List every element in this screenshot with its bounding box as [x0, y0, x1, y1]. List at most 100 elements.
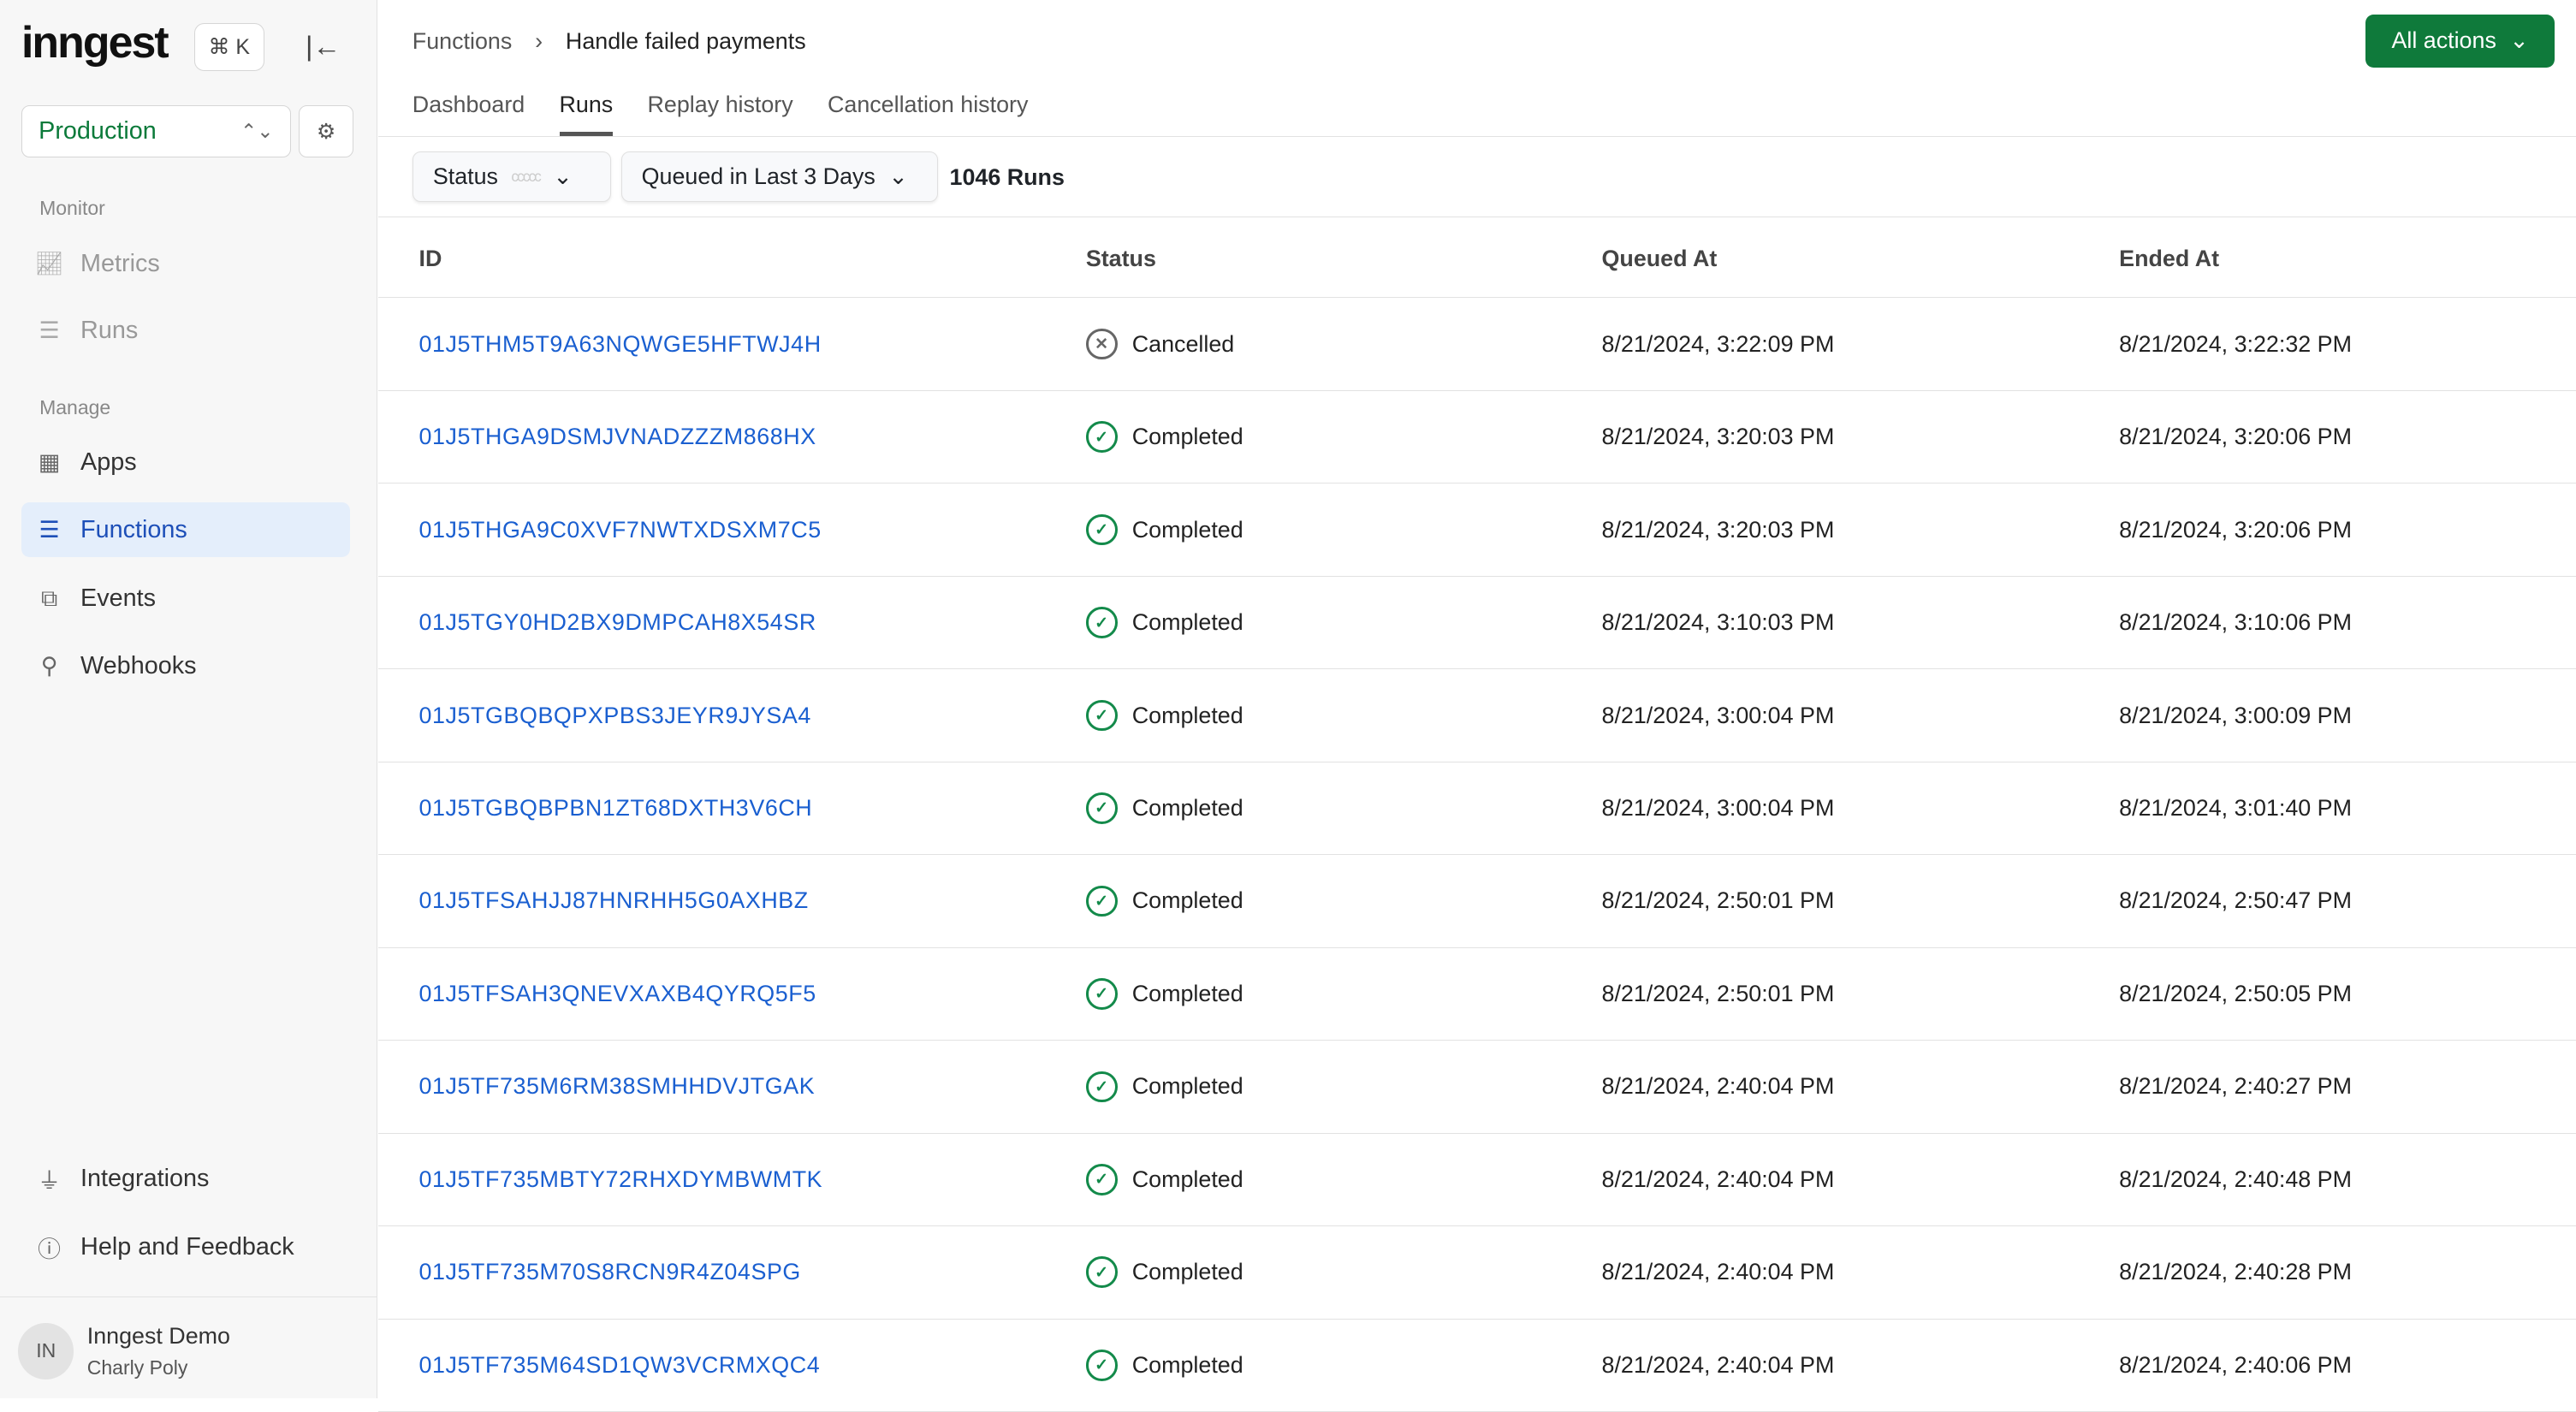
table-row[interactable]: 01J5TF735M6RM38SMHHDVJTGAK ✓ Completed 8/…: [377, 1040, 2576, 1134]
status-cell: ✓ Completed: [1083, 762, 1600, 856]
environment-select[interactable]: Production ⌃⌄: [21, 104, 291, 158]
avatar: IN: [18, 1323, 74, 1379]
status-text: Completed: [1131, 516, 1243, 543]
status-text: Cancelled: [1131, 330, 1235, 357]
section-manage: Manage: [39, 395, 111, 418]
queued-at: 8/21/2024, 3:00:04 PM: [1600, 668, 2118, 762]
collapse-sidebar-icon[interactable]: |←: [306, 30, 341, 62]
run-id-link[interactable]: 01J5THGA9DSMJVNADZZZM868HX: [377, 390, 1084, 484]
sidebar-item-help[interactable]: ⓘ Help and Feedback: [21, 1220, 350, 1274]
user-subtitle: Charly Poly: [86, 1356, 188, 1379]
table-row[interactable]: 01J5THGA9C0XVF7NWTXDSXM7C5 ✓ Completed 8/…: [377, 483, 2576, 577]
events-icon: ⧉: [40, 584, 58, 611]
check-circle-icon: ✓: [1085, 1071, 1118, 1103]
column-queued-at[interactable]: Queued At: [1600, 220, 2118, 299]
command-palette-button[interactable]: ⌘ K: [193, 22, 265, 71]
all-actions-button[interactable]: All actions ⌄: [2365, 15, 2555, 68]
sidebar-item-label: Metrics: [80, 249, 160, 277]
divider: [377, 136, 2576, 137]
tab-runs[interactable]: Runs: [559, 92, 614, 136]
table-row[interactable]: 01J5TFSAHJJ87HNRHH5G0AXHBZ ✓ Completed 8/…: [377, 854, 2576, 948]
all-actions-label: All actions: [2391, 27, 2496, 54]
table-row[interactable]: 01J5TFSAH3QNEVXAXB4QYRQ5F5 ✓ Completed 8/…: [377, 947, 2576, 1041]
status-cell: ✓ Completed: [1083, 668, 1600, 762]
sidebar-item-integrations[interactable]: ⏚ Integrations: [21, 1152, 350, 1206]
section-monitor: Monitor: [39, 197, 105, 220]
time-filter[interactable]: Queued in Last 3 Days ⌄: [620, 151, 939, 203]
chevron-right-icon: ›: [535, 27, 543, 54]
chevron-down-icon: ⌄: [2509, 27, 2529, 54]
user-menu[interactable]: IN Inngest Demo Charly Poly: [0, 1296, 377, 1399]
run-id-link[interactable]: 01J5THGA9C0XVF7NWTXDSXM7C5: [377, 483, 1084, 577]
run-id-link[interactable]: 01J5TF735M64SD1QW3VCRMXQC4: [377, 1319, 1084, 1412]
status-cell: ✓ Completed: [1083, 854, 1600, 948]
status-text: Completed: [1131, 1351, 1243, 1378]
run-id-link[interactable]: 01J5TFSAHJJ87HNRHH5G0AXHBZ: [377, 854, 1084, 948]
main-content: Functions › Handle failed payments All a…: [377, 0, 2576, 1412]
breadcrumb-functions[interactable]: Functions: [413, 28, 512, 55]
status-text: Completed: [1131, 887, 1243, 914]
environment-settings-button[interactable]: ⚙: [299, 104, 353, 158]
time-filter-label: Queued in Last 3 Days: [641, 163, 875, 189]
column-ended-at[interactable]: Ended At: [2117, 220, 2576, 299]
sidebar-item-functions[interactable]: ☰ Functions: [21, 502, 350, 557]
check-circle-icon: ✓: [1085, 607, 1118, 638]
queued-at: 8/21/2024, 2:50:01 PM: [1600, 854, 2118, 948]
check-circle-icon: ✓: [1085, 792, 1118, 824]
table-row[interactable]: 01J5TGBQBPBN1ZT68DXTH3V6CH ✓ Completed 8/…: [377, 762, 2576, 856]
sidebar-item-apps[interactable]: ▦ Apps: [21, 436, 350, 489]
ended-at: 8/21/2024, 3:20:06 PM: [2117, 390, 2576, 484]
sidebar-item-label: Help and Feedback: [80, 1233, 294, 1261]
queued-at: 8/21/2024, 2:40:04 PM: [1600, 1040, 2118, 1134]
ended-at: 8/21/2024, 3:01:40 PM: [2117, 762, 2576, 856]
table-row[interactable]: 01J5TF735MBTY72RHXDYMBWMTK ✓ Completed 8/…: [377, 1133, 2576, 1227]
run-id-link[interactable]: 01J5TF735M6RM38SMHHDVJTGAK: [377, 1040, 1084, 1134]
tab-replay-history[interactable]: Replay history: [648, 92, 793, 135]
run-id-link[interactable]: 01J5THM5T9A63NQWGE5HFTWJ4H: [377, 297, 1084, 391]
run-id-link[interactable]: 01J5TF735M70S8RCN9R4Z04SPG: [377, 1225, 1084, 1320]
chevron-updown-icon: ⌃⌄: [240, 120, 274, 143]
check-circle-icon: ✓: [1085, 1349, 1118, 1381]
run-id-link[interactable]: 01J5TF735MBTY72RHXDYMBWMTK: [377, 1133, 1084, 1227]
sidebar-item-label: Events: [80, 584, 157, 613]
status-text: Completed: [1131, 980, 1243, 1006]
run-id-link[interactable]: 01J5TGBQBPBN1ZT68DXTH3V6CH: [377, 762, 1084, 856]
status-cell: ✓ Completed: [1083, 1133, 1600, 1227]
run-id-link[interactable]: 01J5TFSAH3QNEVXAXB4QYRQ5F5: [377, 947, 1084, 1041]
tab-dashboard[interactable]: Dashboard: [413, 92, 525, 135]
column-status[interactable]: Status: [1083, 220, 1600, 299]
sidebar-item-label: Webhooks: [80, 651, 197, 679]
queued-at: 8/21/2024, 2:40:04 PM: [1600, 1319, 2118, 1412]
inngest-logo[interactable]: inngest: [21, 16, 169, 68]
table-row[interactable]: 01J5TGBQBQPXPBS3JEYR9JYSA4 ✓ Completed 8/…: [377, 668, 2576, 762]
tab-cancellation-history[interactable]: Cancellation history: [828, 92, 1028, 135]
table-row[interactable]: 01J5TF735M64SD1QW3VCRMXQC4 ✓ Completed 8/…: [377, 1319, 2576, 1412]
sidebar-item-events[interactable]: ⧉ Events: [21, 572, 350, 626]
breadcrumb: Functions › Handle failed payments: [413, 28, 806, 55]
table-row[interactable]: 01J5TF735M70S8RCN9R4Z04SPG ✓ Completed 8/…: [377, 1225, 2576, 1320]
status-text: Completed: [1131, 1073, 1243, 1100]
status-cell: ✓ Completed: [1083, 576, 1600, 670]
status-cell: ✓ Completed: [1083, 947, 1600, 1041]
table-row[interactable]: 01J5THGA9DSMJVNADZZZM868HX ✓ Completed 8/…: [377, 390, 2576, 484]
status-cell: ✓ Completed: [1083, 1319, 1600, 1412]
sidebar-item-label: Functions: [80, 515, 187, 543]
table-row[interactable]: 01J5THM5T9A63NQWGE5HFTWJ4H ✕ Cancelled 8/…: [377, 297, 2576, 391]
sidebar: inngest ⌘ K |← Production ⌃⌄ ⚙ Monitor 📈︎…: [0, 0, 377, 1398]
webhook-icon: ⚲: [40, 652, 58, 679]
table-row[interactable]: 01J5TGY0HD2BX9DMPCAH8X54SR ✓ Completed 8/…: [377, 576, 2576, 670]
sidebar-item-label: Runs: [80, 317, 139, 345]
check-circle-icon: ✓: [1085, 885, 1118, 917]
queued-at: 8/21/2024, 3:22:09 PM: [1600, 297, 2118, 391]
sidebar-item-metrics[interactable]: 📈︎ Metrics: [21, 236, 350, 290]
status-filter[interactable]: Status ccccc ⌄: [412, 151, 612, 203]
queued-at: 8/21/2024, 3:20:03 PM: [1600, 390, 2118, 484]
sidebar-item-webhooks[interactable]: ⚲ Webhooks: [21, 639, 350, 693]
run-id-link[interactable]: 01J5TGY0HD2BX9DMPCAH8X54SR: [377, 576, 1084, 670]
sidebar-item-runs[interactable]: ☰ Runs: [21, 304, 350, 358]
run-id-link[interactable]: 01J5TGBQBQPXPBS3JEYR9JYSA4: [377, 668, 1084, 762]
status-filter-label: Status: [432, 163, 498, 189]
column-id[interactable]: ID: [377, 220, 1084, 299]
environment-label: Production: [39, 117, 157, 145]
runs-table: ID Status Queued At Ended At 01J5THM5T9A…: [377, 220, 2576, 1412]
